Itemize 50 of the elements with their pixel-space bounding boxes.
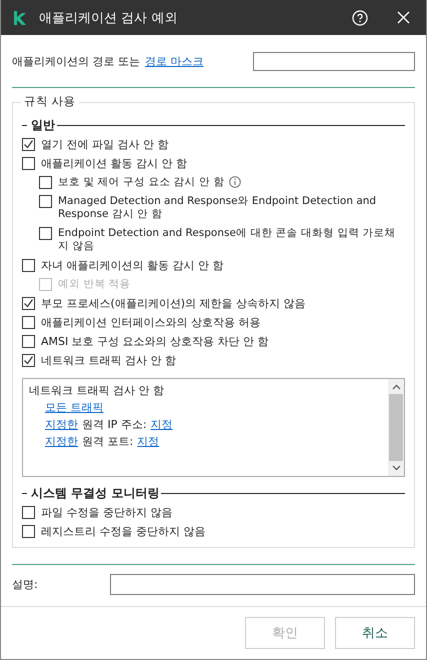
help-icon[interactable]	[352, 10, 368, 26]
traffic-link[interactable]: 지정	[137, 433, 160, 450]
checkbox-label: 열기 전에 파일 검사 안 함	[41, 138, 168, 151]
checkbox-label: AMSI 보호 구성 요소와의 상호작용 차단 안 함	[41, 335, 269, 348]
path-label: 애플리케이션의 경로 또는	[12, 54, 140, 68]
checkbox-label: 자녀 애플리케이션의 활동 감시 안 함	[41, 259, 224, 272]
traffic-link[interactable]: 지정	[150, 416, 173, 433]
checkbox-label: 애플리케이션 인터페이스와의 상호작용 허용	[41, 316, 260, 329]
group-title: 규칙 사용	[21, 94, 79, 109]
traffic-text: 원격 포트:	[82, 434, 134, 450]
checkbox-label: 부모 프로세스(애플리케이션)의 제한을 상속하지 않음	[41, 297, 306, 310]
checkbox[interactable]	[22, 525, 35, 538]
path-field[interactable]	[253, 52, 415, 70]
close-icon[interactable]	[397, 11, 410, 24]
checkbox[interactable]	[22, 157, 35, 170]
checkbox-label: Managed Detection and Response와 Endpoint Detection and Response 감시 안 함	[58, 195, 378, 221]
info-icon[interactable]	[229, 176, 242, 188]
checkbox-label: 애플리케이션 활동 감시 안 함	[41, 157, 187, 170]
description-label: 설명:	[12, 576, 38, 592]
checkbox-label: 파일 수정을 중단하지 않음	[41, 506, 172, 519]
window-title: 애플리케이션 검사 예외	[39, 10, 178, 26]
checkbox[interactable]	[22, 259, 35, 272]
traffic-link[interactable]: 지정한	[45, 433, 78, 450]
path-mask-link[interactable]: 경로 마스크	[145, 54, 204, 68]
description-field[interactable]	[110, 574, 415, 594]
checkbox[interactable]	[39, 195, 52, 208]
traffic-link[interactable]: 모든 트래픽	[45, 399, 104, 416]
scroll-up-icon[interactable]	[392, 384, 400, 390]
checkbox-label: 예외 반복 적용	[58, 278, 131, 291]
section-title: 일반	[31, 116, 55, 134]
checkbox[interactable]	[22, 506, 35, 519]
logo-icon	[13, 10, 27, 26]
checkbox-label: 레지스트리 수정을 중단하지 않음	[41, 525, 206, 538]
traffic-text: 원격 IP 주소:	[82, 417, 147, 433]
checkbox-label: 보호 및 제어 구성 요소 감시 안 함	[58, 176, 224, 189]
traffic-link[interactable]: 지정한	[45, 416, 78, 433]
scrollbar[interactable]	[388, 379, 404, 476]
checkbox[interactable]	[39, 227, 52, 240]
section-title: 시스템 무결성 모니터링	[31, 484, 160, 502]
traffic-title: 네트워크 트래픽 검사 안 함	[29, 383, 165, 399]
checkbox-label: Endpoint Detection and Response에 대한 콘솔 대화형 입력 가로채지 않음	[58, 227, 397, 253]
checkbox[interactable]	[22, 297, 35, 310]
cancel-button[interactable]: 취소	[335, 617, 415, 649]
checkbox[interactable]	[22, 138, 35, 151]
scroll-down-icon[interactable]	[392, 465, 400, 471]
checkbox[interactable]	[22, 316, 35, 329]
checkbox[interactable]	[39, 176, 52, 189]
checkbox-label: 네트워크 트래픽 검사 안 함	[41, 354, 176, 367]
checkbox[interactable]	[22, 335, 35, 348]
checkbox[interactable]	[22, 354, 35, 367]
